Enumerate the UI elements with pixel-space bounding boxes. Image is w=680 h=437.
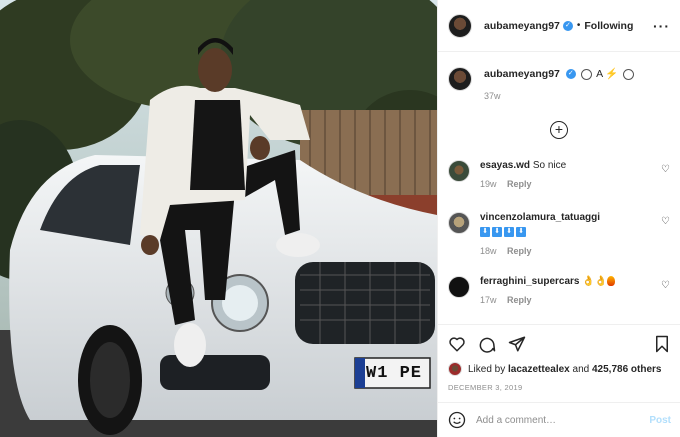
commenter-avatar[interactable] [448, 276, 470, 298]
like-heart-icon[interactable] [448, 335, 466, 353]
down-arrow-emoji-icon: ⬇ [516, 227, 526, 238]
share-send-icon[interactable] [508, 335, 526, 353]
circle-emoji-icon [623, 68, 635, 80]
ok-hand-emoji-icon: 👌 [582, 276, 595, 287]
down-arrow-emoji-icon: ⬇ [504, 227, 514, 238]
comment-bubble-icon[interactable] [478, 335, 496, 353]
lightning-emoji-icon: ⚡ [605, 68, 619, 80]
comment-age: 17w [480, 295, 497, 305]
comment-username[interactable]: vincenzolamura_tatuaggi [480, 212, 600, 223]
caption: aubameyang97 ✓ A ⚡ 37w [438, 52, 680, 101]
reply-button[interactable]: Reply [507, 179, 532, 189]
license-plate: W1 PE [366, 364, 423, 383]
comment-text: So nice [532, 160, 567, 171]
post-side-panel: aubameyang97 ✓ • Following ··· aubameyan… [437, 0, 680, 437]
following-button[interactable]: Following [584, 20, 633, 32]
more-options-icon[interactable]: ··· [653, 18, 670, 34]
comment-item: vincenzolamura_tatuaggi ⬇ ⬇ ⬇ ⬇ 18w Reply ♡ [448, 212, 670, 256]
comment-emojis: 👌👌 [582, 276, 616, 287]
emoji-smiley-icon[interactable] [448, 411, 466, 429]
reply-button[interactable]: Reply [507, 246, 532, 256]
comment-like-heart-icon[interactable]: ♡ [661, 216, 670, 256]
caption-avatar[interactable] [448, 67, 472, 91]
commenter-avatar[interactable] [448, 160, 470, 182]
circle-emoji-icon [580, 68, 592, 80]
load-more-comments-icon[interactable]: + [550, 121, 568, 139]
likes-and: and [572, 363, 590, 375]
author-avatar[interactable] [448, 13, 472, 38]
reply-button[interactable]: Reply [507, 295, 532, 305]
comment-like-heart-icon[interactable]: ♡ [661, 164, 670, 189]
post-comment-button[interactable]: Post [649, 415, 671, 426]
liker-username[interactable]: lacazettealex [508, 364, 570, 375]
comment-item: ferraghini_supercars 👌👌 17w Reply ♡ [448, 276, 670, 305]
commenter-avatar[interactable] [448, 212, 470, 234]
caption-text: A [596, 68, 603, 80]
post-date: DECEMBER 3, 2019 [448, 383, 523, 392]
verified-badge-icon: ✓ [565, 69, 576, 80]
comment-text-emojis: ⬇ ⬇ ⬇ ⬇ [480, 227, 661, 238]
post-header: aubameyang97 ✓ • Following ··· [438, 0, 680, 52]
comment-age: 19w [480, 179, 497, 189]
down-arrow-emoji-icon: ⬇ [480, 227, 490, 238]
comment-item: esayas.wd So nice 19w Reply ♡ [448, 160, 670, 189]
likes-prefix: Liked by [468, 363, 506, 375]
comment-age: 18w [480, 246, 497, 256]
author-username[interactable]: aubameyang97 [484, 20, 560, 32]
add-comment-bar: Add a comment… Post [438, 402, 680, 437]
caption-age: 37w [484, 91, 501, 101]
post-photo[interactable]: W1 PE [0, 0, 437, 437]
likes-summary: Liked by lacazettealex and 425,786 other… [448, 362, 671, 376]
separator-dot: • [576, 20, 581, 31]
comment-like-heart-icon[interactable]: ♡ [661, 280, 670, 305]
ok-hand-emoji-icon: 👌 [594, 276, 608, 287]
comment-username[interactable]: ferraghini_supercars [480, 276, 580, 287]
verified-badge-icon: ✓ [562, 20, 573, 31]
down-arrow-emoji-icon: ⬇ [492, 227, 502, 238]
likes-count[interactable]: 425,786 others [592, 364, 662, 375]
post-actions: Liked by lacazettealex and 425,786 other… [438, 324, 680, 404]
liker-avatar[interactable] [448, 362, 462, 376]
add-comment-input[interactable]: Add a comment… [476, 415, 556, 426]
comment-username[interactable]: esayas.wd [480, 160, 530, 171]
caption-username[interactable]: aubameyang97 [484, 68, 560, 80]
bookmark-icon[interactable] [653, 335, 671, 353]
fire-emoji-icon [607, 276, 616, 287]
